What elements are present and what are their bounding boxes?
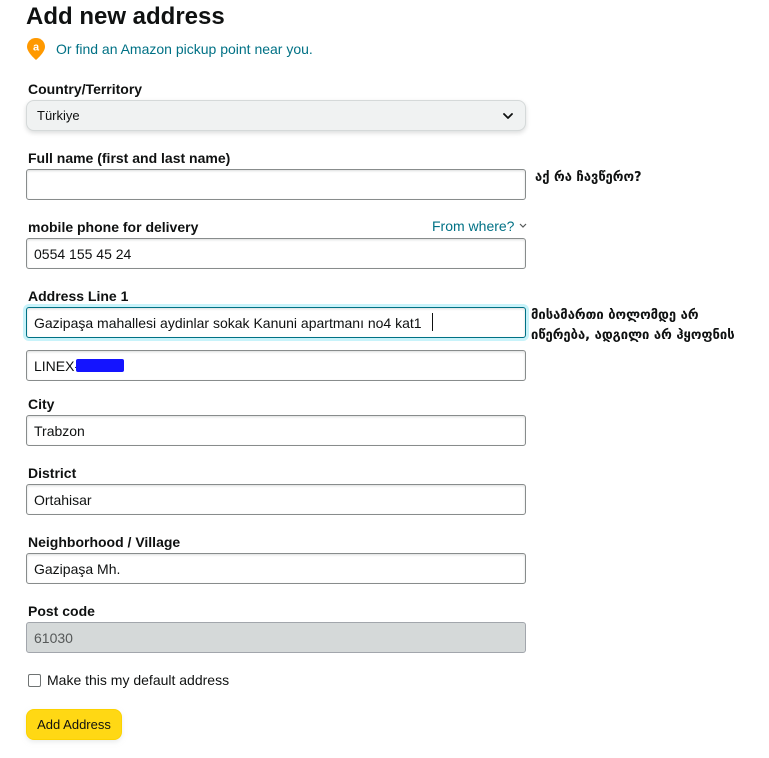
full-name-input[interactable]	[26, 169, 526, 200]
chevron-down-icon	[520, 223, 527, 228]
country-label: Country/Territory	[28, 81, 143, 97]
post-code-input	[26, 622, 526, 653]
district-input[interactable]	[26, 484, 526, 515]
phone-help-label: From where?	[432, 218, 515, 234]
default-address-checkbox-row[interactable]: Make this my default address	[28, 672, 229, 688]
redaction-mark	[76, 359, 124, 372]
amazon-pin-icon: a	[26, 37, 46, 61]
text-caret	[432, 313, 433, 331]
address-line1-input[interactable]	[26, 307, 526, 338]
address-line1-label: Address Line 1	[28, 288, 129, 304]
pickup-point-row: a Or find an Amazon pickup point near yo…	[26, 37, 313, 61]
district-label: District	[28, 465, 77, 481]
neighborhood-label: Neighborhood / Village	[28, 534, 181, 550]
address-annotation-line1: მისამართი ბოლომდე არ	[531, 308, 699, 323]
full-name-annotation: აქ რა ჩავწერო?	[535, 170, 642, 185]
neighborhood-input[interactable]	[26, 553, 526, 584]
phone-help-link[interactable]: From where?	[432, 218, 527, 234]
default-address-checkbox[interactable]	[28, 673, 41, 687]
post-code-label: Post code	[28, 603, 95, 619]
city-label: City	[28, 396, 55, 412]
phone-input[interactable]	[26, 238, 526, 269]
page-title: Add new address	[26, 3, 225, 30]
country-select[interactable]: Türkiye	[26, 100, 526, 131]
svg-text:a: a	[33, 42, 40, 54]
city-input[interactable]	[26, 415, 526, 446]
chevron-down-icon	[503, 112, 513, 119]
phone-label: mobile phone for delivery	[28, 219, 199, 235]
default-address-label: Make this my default address	[47, 672, 230, 688]
country-selected-value: Türkiye	[37, 108, 80, 123]
pickup-point-link[interactable]: Or find an Amazon pickup point near you.	[56, 41, 313, 57]
full-name-label: Full name (first and last name)	[28, 150, 231, 166]
add-address-button[interactable]: Add Address	[26, 709, 122, 740]
address-annotation-line2: იწერება, ადგილი არ ჰყოფნის	[531, 328, 735, 343]
